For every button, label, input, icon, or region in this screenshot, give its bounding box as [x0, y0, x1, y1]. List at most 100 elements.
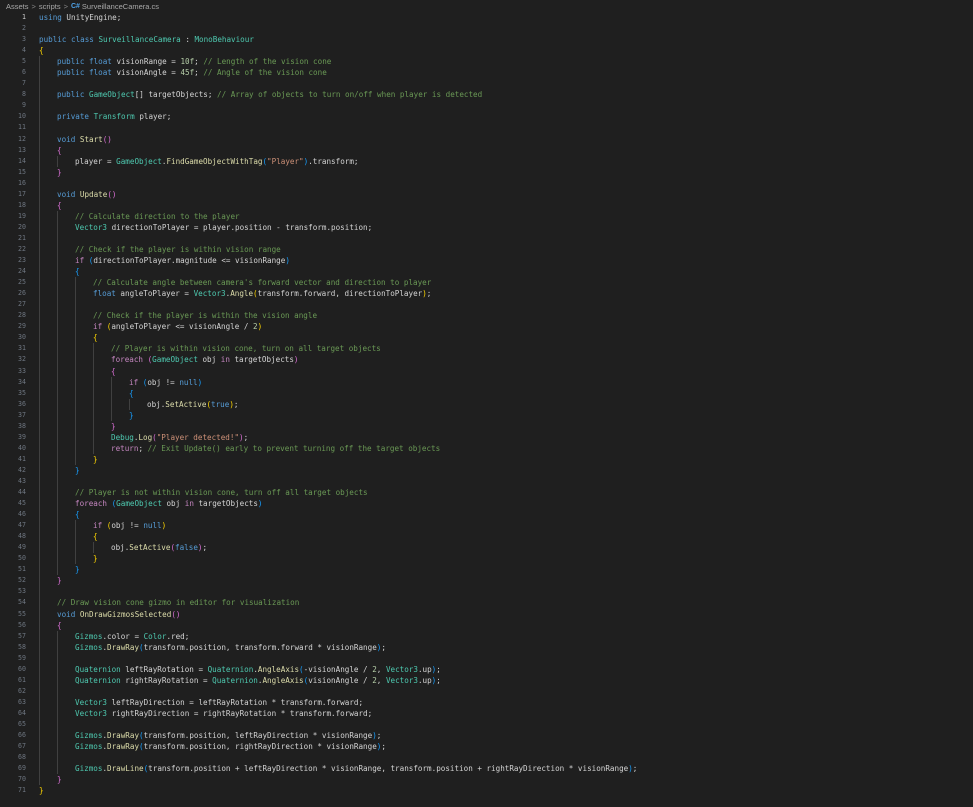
- line-number: 26: [18, 289, 26, 298]
- code-line[interactable]: 56 {: [0, 619, 973, 631]
- code-line[interactable]: 34 if (obj != null): [0, 376, 973, 388]
- code-line[interactable]: 6 public float visionAngle = 45f; // Angl…: [0, 67, 973, 79]
- code-line[interactable]: 10 private Transform player;: [0, 111, 973, 123]
- code-line[interactable]: 48 {: [0, 531, 973, 543]
- code-line[interactable]: 62: [0, 685, 973, 697]
- code-line[interactable]: 50}: [0, 553, 973, 565]
- code-line[interactable]: 26 float angleToPlayer = Vector3.Angle(tr…: [0, 288, 973, 300]
- code-line[interactable]: 40 return; // Exit Update() early to prev…: [0, 442, 973, 454]
- code-line[interactable]: 17 void Update(): [0, 188, 973, 200]
- code-line[interactable]: 12 void Start(): [0, 133, 973, 145]
- code-line[interactable]: 60 Quaternion leftRayRotation = Quaternio…: [0, 663, 973, 675]
- indent-guide: [39, 553, 40, 565]
- code-line[interactable]: 46 {: [0, 509, 973, 521]
- code-line[interactable]: 2: [0, 23, 973, 34]
- code-line[interactable]: 31 // Player is within vision cone, turn …: [0, 343, 973, 355]
- breadcrumb-item-assets[interactable]: Assets: [6, 2, 29, 11]
- code-token: angleToPlayer =: [115, 289, 194, 299]
- code-text: // Check if the player is within the vis…: [93, 310, 317, 321]
- code-line[interactable]: 38}: [0, 420, 973, 432]
- line-number: 71: [18, 786, 26, 795]
- code-line[interactable]: 61 Quaternion rightRayRotation = Quaterni…: [0, 674, 973, 686]
- indent-guide: [39, 166, 40, 178]
- code-token: ): [161, 521, 167, 531]
- code-text: if (obj != null): [129, 377, 202, 388]
- code-line[interactable]: 13 {: [0, 144, 973, 156]
- code-line[interactable]: 35 {: [0, 387, 973, 399]
- code-line[interactable]: 18 {: [0, 199, 973, 211]
- code-line[interactable]: 33 {: [0, 365, 973, 377]
- code-line[interactable]: 54 // Draw vision cone gizmo in editor fo…: [0, 597, 973, 609]
- code-line[interactable]: 71}: [0, 785, 973, 796]
- code-line[interactable]: 66 Gizmos.DrawRay(transform.position, lef…: [0, 730, 973, 742]
- code-line[interactable]: 36 obj.SetActive(true);: [0, 398, 973, 410]
- code-line[interactable]: 30 {: [0, 332, 973, 344]
- code-token: }: [39, 786, 44, 796]
- code-token: "Player": [267, 156, 304, 166]
- code-line[interactable]: 44 // Player is not within vision cone, t…: [0, 487, 973, 499]
- code-line[interactable]: 11: [0, 122, 973, 134]
- code-line[interactable]: 37}: [0, 409, 973, 421]
- code-editor[interactable]: Assets > scripts > C# SurveillanceCamera…: [0, 0, 973, 807]
- code-area[interactable]: 1 using UnityEngine; 2 3 public class Survei…: [0, 12, 973, 796]
- code-line[interactable]: 28 // Check if the player is within the v…: [0, 310, 973, 322]
- code-line[interactable]: 4{: [0, 45, 973, 56]
- line-number: 64: [18, 708, 26, 717]
- code-line[interactable]: 41}: [0, 453, 973, 465]
- code-line[interactable]: 69 Gizmos.DrawLine(transform.position + l…: [0, 763, 973, 775]
- code-line[interactable]: 22 // Check if the player is within visio…: [0, 243, 973, 256]
- code-line[interactable]: 19 // Calculate direction to the player: [0, 210, 973, 222]
- code-text: Debug.Log("Player detected!");: [111, 432, 248, 443]
- code-line[interactable]: 64 Vector3 rightRayDirection = rightRayRo…: [0, 707, 973, 719]
- code-line[interactable]: 21: [0, 232, 973, 244]
- indent-guide: [57, 321, 58, 333]
- code-text: private Transform player;: [57, 111, 171, 122]
- indent-guide: [111, 387, 112, 399]
- code-line[interactable]: 42}: [0, 464, 973, 476]
- code-token: ;: [426, 289, 432, 299]
- breadcrumb-item-file[interactable]: SurveillanceCamera.cs: [82, 2, 159, 11]
- code-line[interactable]: 43: [0, 475, 973, 488]
- code-line[interactable]: 67 Gizmos.DrawRay(transform.position, rig…: [0, 741, 973, 753]
- code-line[interactable]: 63 Vector3 leftRayDirection = leftRayRota…: [0, 696, 973, 708]
- breadcrumb-item-scripts[interactable]: scripts: [39, 2, 61, 11]
- code-line[interactable]: 32 foreach (GameObject obj in targetObjec…: [0, 354, 973, 366]
- code-line[interactable]: 14 player = GameObject.FindGameObjectWith…: [0, 155, 973, 167]
- code-line[interactable]: 9: [0, 100, 973, 112]
- code-line[interactable]: 25 // Calculate angle between camera's fo…: [0, 277, 973, 289]
- code-line[interactable]: 16: [0, 177, 973, 189]
- code-line[interactable]: 68: [0, 752, 973, 764]
- code-line[interactable]: 5 public float visionRange = 10f; // Leng…: [0, 56, 973, 68]
- code-line[interactable]: 51}: [0, 564, 973, 576]
- code-line[interactable]: 23 if (directionToPlayer.magnitude <= vis…: [0, 255, 973, 267]
- code-line[interactable]: 55 void OnDrawGizmosSelected(): [0, 608, 973, 620]
- indent-guide: [93, 398, 94, 410]
- code-line[interactable]: 65: [0, 719, 973, 731]
- code-line[interactable]: 47 if (obj != null): [0, 520, 973, 532]
- code-line[interactable]: 53: [0, 586, 973, 598]
- code-text: player = GameObject.FindGameObjectWithTa…: [75, 156, 359, 167]
- code-token: using: [39, 13, 62, 22]
- code-line[interactable]: 20 Vector3 directionToPlayer = player.pos…: [0, 221, 973, 233]
- indent-guide: [57, 487, 58, 499]
- code-line[interactable]: 7: [0, 78, 973, 90]
- code-line[interactable]: 59: [0, 652, 973, 664]
- code-line[interactable]: 29 if (angleToPlayer <= visionAngle / 2): [0, 321, 973, 333]
- code-line[interactable]: 8 public GameObject[] targetObjects; // A…: [0, 89, 973, 101]
- breadcrumb-separator: >: [31, 1, 36, 11]
- code-line[interactable]: 3 public class SurveillanceCamera : MonoB…: [0, 34, 973, 45]
- code-line[interactable]: 58 Gizmos.DrawRay(transform.position, tra…: [0, 641, 973, 653]
- indent-guide: [39, 685, 40, 697]
- indent-guide: [39, 453, 40, 465]
- code-line[interactable]: 70}: [0, 774, 973, 786]
- code-line[interactable]: 45 foreach (GameObject obj in targetObjec…: [0, 498, 973, 510]
- code-line[interactable]: 24 {: [0, 266, 973, 278]
- code-line[interactable]: 52}: [0, 575, 973, 587]
- line-number: 70: [18, 775, 26, 784]
- code-line[interactable]: 27: [0, 299, 973, 311]
- code-line[interactable]: 1 using UnityEngine;: [0, 12, 973, 23]
- code-line[interactable]: 15}: [0, 166, 973, 178]
- code-line[interactable]: 49 obj.SetActive(false);: [0, 542, 973, 554]
- code-line[interactable]: 39 Debug.Log("Player detected!");: [0, 431, 973, 443]
- code-line[interactable]: 57 Gizmos.color = Color.red;: [0, 630, 973, 642]
